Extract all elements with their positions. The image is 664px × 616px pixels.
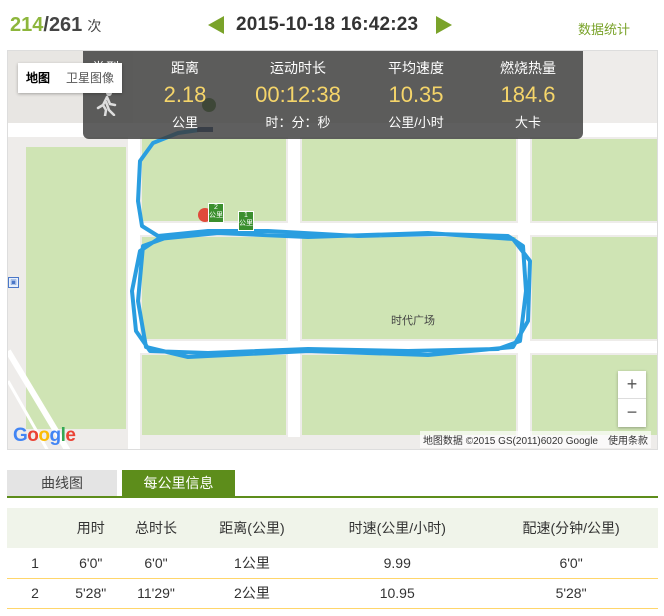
row-index: 2 [7, 578, 63, 609]
pace-cell: 5'28" [484, 578, 658, 609]
distance-cell: 1公里 [193, 548, 311, 579]
average-speed-column: 平均速度 10.35 公里/小时 [366, 51, 466, 131]
counter-unit: 次 [87, 18, 102, 34]
total-time-cell: 11'29" [118, 578, 194, 609]
total-time-cell: 6'0" [118, 548, 194, 579]
column-header-split-time: 用时 [63, 508, 119, 548]
place-label: 时代广场 [391, 315, 435, 327]
column-header-index [7, 508, 63, 548]
calories-unit: 大卡 [514, 115, 541, 130]
activity-summary-panel: 类型 距离 2.18 公里 运动时长 00:12:38 时：分：秒 平均速度 1… [83, 51, 583, 139]
distance-cell: 2公里 [193, 578, 311, 609]
distance-column: 距离 2.18 公里 [145, 51, 225, 131]
zoom-control: + − [618, 371, 646, 427]
table-header-row: 用时 总时长 距离(公里) 时速(公里/小时) 配速(分钟/公里) [7, 508, 658, 548]
per-km-table: 用时 总时长 距离(公里) 时速(公里/小时) 配速(分钟/公里) 1 6'0"… [7, 508, 658, 609]
next-activity-arrow-icon[interactable] [436, 16, 452, 34]
speed-cell: 9.99 [310, 548, 485, 579]
duration-unit: 时：分：秒 [265, 115, 331, 130]
map-type-satellite-button[interactable]: 卫星图像 [58, 63, 122, 93]
km-marker-1[interactable]: 1 公里 [238, 211, 254, 231]
previous-activity-arrow-icon[interactable] [208, 16, 224, 34]
average-speed-value: 10.35 [388, 82, 444, 107]
google-logo[interactable]: Google [13, 425, 76, 447]
calories-label: 燃烧热量 [500, 60, 556, 76]
speed-cell: 10.95 [310, 578, 485, 609]
route-map[interactable]: 地图 卫星图像 类型 距离 2.18 公里 运动时长 00:12:38 时：分：… [7, 50, 658, 450]
activity-datetime: 2015-10-18 16:42:23 [236, 14, 419, 35]
column-header-total-time: 总时长 [118, 508, 194, 548]
split-time-cell: 5'28" [63, 578, 119, 609]
row-index: 1 [7, 548, 63, 579]
detail-tabs: 曲线图 每公里信息 [7, 470, 658, 498]
zoom-out-button[interactable]: − [618, 399, 646, 427]
tab-per-km-info[interactable]: 每公里信息 [122, 470, 235, 496]
table-row: 2 5'28" 11'29" 2公里 10.95 5'28" [7, 578, 658, 609]
map-type-control: 地图 卫星图像 [18, 63, 123, 93]
split-time-cell: 6'0" [63, 548, 119, 579]
pace-cell: 6'0" [484, 548, 658, 579]
terms-of-use-link[interactable]: 使用条款 [608, 436, 648, 447]
activity-counter: 214/261 次 [10, 14, 101, 37]
average-speed-label: 平均速度 [388, 60, 444, 76]
header-bar: 214/261 次 2015-10-18 16:42:23 数据统计 [0, 0, 664, 50]
map-type-map-button[interactable]: 地图 [18, 63, 58, 93]
bus-stop-icon: ▣ [8, 277, 19, 288]
attribution-text: 地图数据 ©2015 GS(2011)6020 Google [422, 436, 598, 447]
duration-value: 00:12:38 [255, 82, 341, 107]
calories-column: 燃烧热量 184.6 大卡 [478, 51, 578, 131]
current-activity-index: 214 [10, 14, 44, 36]
distance-unit: 公里 [171, 115, 198, 130]
average-speed-unit: 公里/小时 [388, 115, 444, 130]
column-header-speed: 时速(公里/小时) [310, 508, 485, 548]
total-activities: 261 [48, 14, 83, 36]
zoom-in-button[interactable]: + [618, 371, 646, 399]
column-header-pace: 配速(分钟/公里) [484, 508, 658, 548]
distance-label: 距离 [171, 60, 199, 76]
walking-icon [83, 90, 128, 118]
tab-chart[interactable]: 曲线图 [7, 470, 117, 496]
map-attribution: 地图数据 ©2015 GS(2011)6020 Google 使用条款 [419, 431, 651, 448]
distance-value: 2.18 [163, 82, 207, 107]
calories-value: 184.6 [500, 82, 556, 107]
table-row: 1 6'0" 6'0" 1公里 9.99 6'0" [7, 548, 658, 579]
column-header-distance: 距离(公里) [193, 508, 311, 548]
km-marker-2[interactable]: 2 公里 [208, 203, 224, 223]
duration-label: 运动时长 [270, 60, 326, 76]
duration-column: 运动时长 00:12:38 时：分：秒 [233, 51, 363, 131]
data-statistics-link[interactable]: 数据统计 [578, 19, 630, 38]
